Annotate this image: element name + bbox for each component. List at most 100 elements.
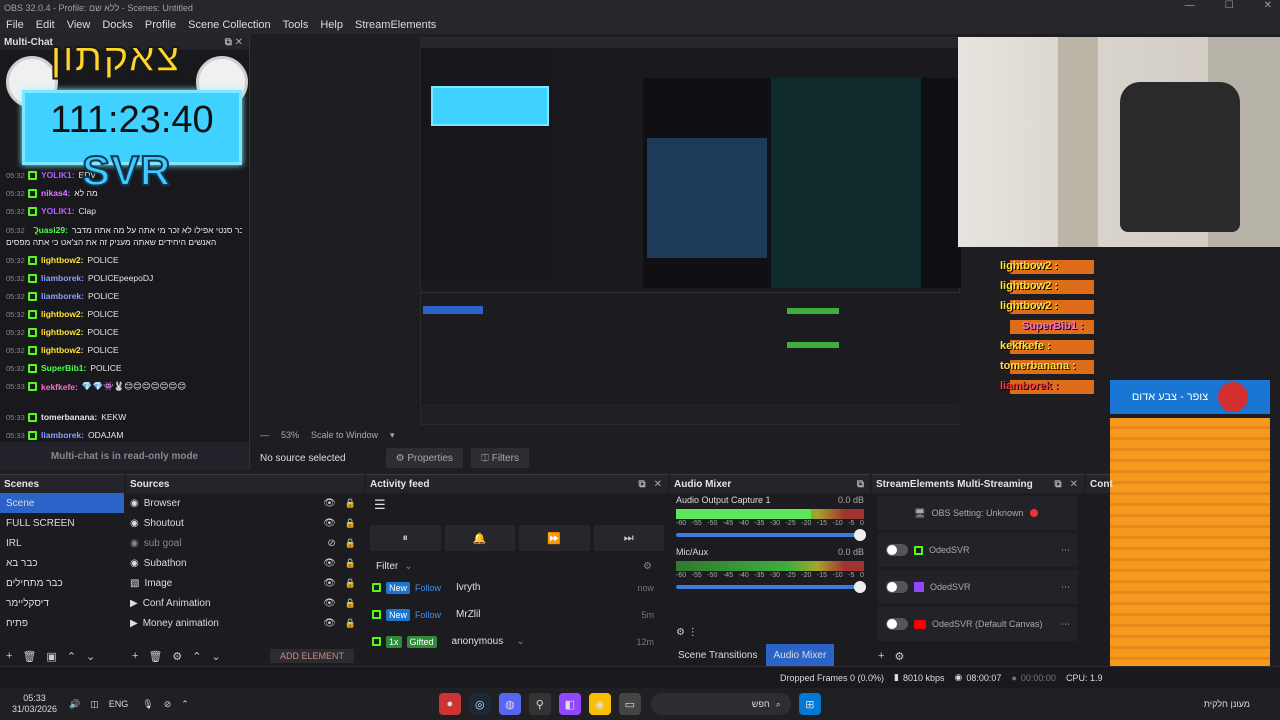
gear-icon[interactable]: ⚙ xyxy=(172,650,182,663)
slider-knob[interactable] xyxy=(854,581,866,593)
taskview-icon[interactable]: ▭ xyxy=(618,693,641,715)
chrome-icon[interactable]: ◉ xyxy=(588,693,611,715)
scene-item[interactable]: IRL xyxy=(0,533,124,553)
stream-target[interactable]: OdedSVR ⋯ xyxy=(878,533,1078,567)
steam-icon[interactable]: ◎ xyxy=(468,693,491,715)
minimize-icon[interactable]: — xyxy=(1185,0,1195,11)
add-icon[interactable]: + xyxy=(132,650,138,662)
eye-icon[interactable]: 👁 xyxy=(323,578,336,589)
pause-button[interactable]: ⏸ xyxy=(370,525,441,551)
maximize-icon[interactable]: ☐ xyxy=(1225,0,1234,11)
filter-dropdown[interactable]: Filter ⌄ ⚙ xyxy=(366,559,668,574)
windows-start-icon[interactable]: ⊞ xyxy=(798,693,821,715)
activity-row[interactable]: New Follow MrZlil 5m xyxy=(366,601,668,628)
chat-username[interactable]: Quasi29: xyxy=(32,225,68,235)
language-indicator[interactable]: ENG xyxy=(109,699,129,709)
chat-username[interactable]: YOLIK1: xyxy=(41,206,75,216)
toggle-switch[interactable] xyxy=(886,581,908,593)
chat-username[interactable]: lightbow2: xyxy=(41,327,84,337)
tab-audio-mixer[interactable]: Audio Mixer xyxy=(765,644,835,666)
volume-slider[interactable] xyxy=(676,581,866,593)
menu-edit[interactable]: Edit xyxy=(36,19,55,31)
scene-item[interactable]: כבר מתחילים xyxy=(0,573,124,593)
lock-icon[interactable]: 🔒 xyxy=(345,498,356,509)
chat-username[interactable]: SuperBib1: xyxy=(41,363,86,373)
bell-button[interactable]: 🔔 xyxy=(444,525,515,551)
filter-icon[interactable]: ▣ xyxy=(46,650,56,663)
trash-icon[interactable]: 🗑 xyxy=(22,650,36,663)
obs-app-icon[interactable]: ● xyxy=(438,693,461,715)
menu-streamelements[interactable]: StreamElements xyxy=(355,19,436,31)
slider-knob[interactable] xyxy=(854,529,866,541)
scene-item[interactable]: FULL SCREEN xyxy=(0,513,124,533)
source-item[interactable]: ▶ Conf Animation 👁 🔒 xyxy=(126,593,364,613)
twitch-app-icon[interactable]: ◧ xyxy=(558,693,581,715)
chat-username[interactable]: lightbow2: xyxy=(41,345,84,355)
lock-icon[interactable]: 🔒 xyxy=(345,598,356,609)
toggle-switch[interactable] xyxy=(886,618,908,630)
float-icon[interactable]: ⧉ xyxy=(1054,479,1061,490)
source-item[interactable]: ▶ Money animation 👁 🔒 xyxy=(126,613,364,633)
lock-icon[interactable]: 🔒 xyxy=(345,578,356,589)
chat-username[interactable]: nikas4: xyxy=(41,188,70,198)
lock-icon[interactable]: 🔒 xyxy=(345,518,356,529)
scene-item[interactable]: דיסקליימר xyxy=(0,593,124,613)
eye-icon[interactable]: 👁 xyxy=(323,618,336,629)
float-icon[interactable]: ⧉ xyxy=(638,479,645,490)
skip-button[interactable]: ⏩ xyxy=(519,525,590,551)
add-icon[interactable]: + xyxy=(878,650,884,662)
zoom-level[interactable]: 53% xyxy=(281,430,299,440)
scene-item[interactable]: פתיח xyxy=(0,613,124,633)
menu-docks[interactable]: Docks xyxy=(102,19,133,31)
volume-slider[interactable] xyxy=(676,529,866,541)
down-icon[interactable]: ⌄ xyxy=(86,650,95,663)
close-icon[interactable]: ✕ xyxy=(654,479,662,490)
activity-row[interactable]: New Follow Ivryth now xyxy=(366,574,668,601)
menu-profile[interactable]: Profile xyxy=(145,19,176,31)
gear-icon[interactable]: ⚙ xyxy=(643,561,652,572)
menu-tools[interactable]: Tools xyxy=(283,19,309,31)
toggle-switch[interactable] xyxy=(886,544,908,556)
eye-hidden-icon[interactable]: ⊘ xyxy=(327,538,335,549)
chevron-up-icon[interactable]: ⌃ xyxy=(181,699,189,710)
chat-username[interactable]: lightbow2: xyxy=(41,309,84,319)
chevron-down-icon[interactable]: ⌄ xyxy=(516,636,524,647)
eye-icon[interactable]: 👁 xyxy=(323,518,336,529)
down-icon[interactable]: ⌄ xyxy=(212,650,221,663)
mixer-settings-icon[interactable]: ⚙ ⋮ xyxy=(676,627,698,638)
chat-username[interactable]: lightbow2: xyxy=(41,255,84,265)
add-icon[interactable]: + xyxy=(6,650,12,662)
zoom-out-icon[interactable]: — xyxy=(260,430,269,440)
close-icon[interactable]: ✕ xyxy=(1070,479,1078,490)
preview-canvas[interactable] xyxy=(420,37,961,425)
eye-icon[interactable]: 👁 xyxy=(323,598,336,609)
float-icon[interactable]: ⧉ xyxy=(857,479,864,490)
chat-username[interactable]: tomerbanana: xyxy=(41,412,97,422)
add-element-button[interactable]: ADD ELEMENT xyxy=(269,649,354,663)
menu-scene-collection[interactable]: Scene Collection xyxy=(188,19,271,31)
mic-icon[interactable]: 🎙 xyxy=(142,699,153,710)
float-icon[interactable]: ⧉ ✕ xyxy=(225,37,243,48)
chevron-down-icon[interactable]: ▾ xyxy=(390,430,395,441)
eye-icon[interactable]: 👁 xyxy=(323,558,336,569)
menu-help[interactable]: Help xyxy=(320,19,343,31)
close-icon[interactable]: ✕ xyxy=(1264,0,1272,11)
next-button[interactable]: ⏭ xyxy=(593,525,664,551)
menu-view[interactable]: View xyxy=(67,19,91,31)
gear-icon[interactable]: ⚙ xyxy=(894,650,904,663)
speaker-icon[interactable]: 🔊 xyxy=(69,699,80,710)
discord-icon[interactable]: ◍ xyxy=(498,693,521,715)
scene-item[interactable]: כבר בא xyxy=(0,553,124,573)
lock-icon[interactable]: 🔒 xyxy=(345,538,356,549)
stream-target[interactable]: OdedSVR (Default Canvas) ⋯ xyxy=(878,607,1078,641)
up-icon[interactable]: ⌃ xyxy=(67,650,76,663)
source-item[interactable]: ◉ Browser 👁 🔒 xyxy=(126,493,364,513)
tab-scene-transitions[interactable]: Scene Transitions xyxy=(670,644,766,666)
chat-username[interactable]: liamborek: xyxy=(41,273,84,283)
camera-off-icon[interactable]: ⊘ xyxy=(164,699,172,710)
more-icon[interactable]: ⋯ xyxy=(1061,582,1070,593)
filters-button[interactable]: ⎅ Filters xyxy=(470,448,529,468)
trash-icon[interactable]: 🗑 xyxy=(148,650,162,663)
source-item[interactable]: ◉ Subathon 👁 🔒 xyxy=(126,553,364,573)
source-item[interactable]: ▧ Image 👁 🔒 xyxy=(126,573,364,593)
